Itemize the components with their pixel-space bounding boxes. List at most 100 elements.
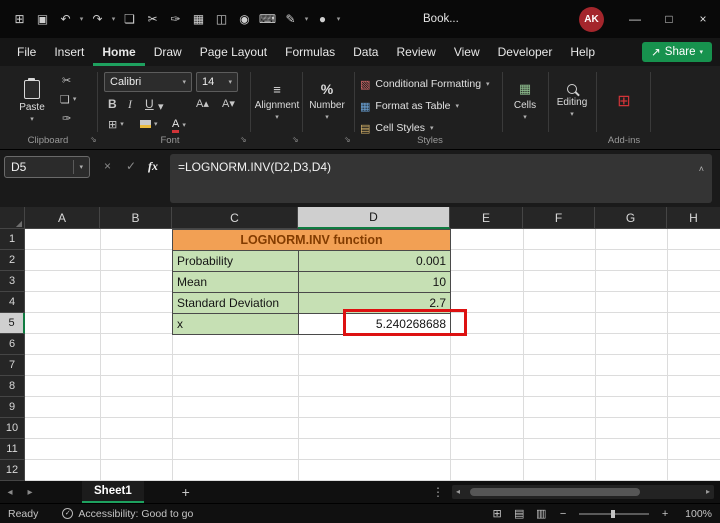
cell-c4[interactable]: Standard Deviation (172, 292, 299, 314)
tab-draw[interactable]: Draw (145, 38, 191, 66)
column-header-c[interactable]: C (172, 207, 298, 229)
cut-button[interactable]: ✂ (62, 74, 71, 87)
keyboard-icon[interactable]: ⌨ (256, 12, 279, 26)
row-header-4[interactable]: 4 (0, 292, 25, 313)
cells-button[interactable]: ▦ Cells ▾ (506, 70, 544, 132)
tab-data[interactable]: Data (344, 38, 387, 66)
column-header-b[interactable]: B (100, 207, 172, 229)
cell-d2[interactable]: 0.001 (298, 250, 451, 272)
row-header-9[interactable]: 9 (0, 397, 25, 418)
tab-home[interactable]: Home (93, 38, 144, 66)
tab-view[interactable]: View (445, 38, 489, 66)
app-launcher-icon[interactable]: ⊞ (8, 12, 31, 26)
tab-insert[interactable]: Insert (45, 38, 93, 66)
insert-function-button[interactable]: fx (148, 159, 158, 174)
share-button[interactable]: ↗ Share ▾ (642, 42, 712, 62)
cell-c5[interactable]: x (172, 313, 299, 335)
document-title[interactable]: Book... (423, 13, 459, 25)
table-icon[interactable]: ▦ (187, 12, 210, 26)
row-header-8[interactable]: 8 (0, 376, 25, 397)
scroll-right-icon[interactable]: ▸ (706, 487, 710, 496)
worksheet-grid[interactable]: LOGNORM.INV function Probability 0.001 M… (25, 229, 720, 481)
chevron-down-icon[interactable]: ▾ (77, 15, 86, 23)
column-header-a[interactable]: A (25, 207, 100, 229)
font-size-select[interactable]: 14 ▾ (196, 72, 238, 92)
column-header-f[interactable]: F (523, 207, 595, 229)
editing-button[interactable]: Editing ▾ (552, 70, 592, 132)
tab-file[interactable]: File (8, 38, 45, 66)
row-header-1[interactable]: 1 (0, 229, 25, 250)
collapse-formula-bar-icon[interactable]: ˄ (699, 164, 704, 174)
chevron-down-icon[interactable]: ▾ (109, 15, 118, 23)
save-icon[interactable]: ▣ (31, 12, 54, 26)
page-break-view-icon[interactable]: ▥ (531, 507, 551, 520)
copy-icon[interactable]: ❏ (118, 12, 141, 26)
previous-sheet-icon[interactable]: ◂ (0, 487, 20, 498)
row-header-7[interactable]: 7 (0, 355, 25, 376)
fill-color-button[interactable]: ▾ (140, 120, 158, 128)
font-name-select[interactable]: Calibri ▾ (104, 72, 192, 92)
cell-merged-title[interactable]: LOGNORM.INV function (172, 229, 451, 251)
tab-help[interactable]: Help (561, 38, 604, 66)
undo-icon[interactable]: ↶ (54, 12, 77, 26)
format-painter-button[interactable]: ✑ (62, 112, 71, 125)
grow-font-button[interactable]: A▴ (196, 97, 209, 110)
avatar[interactable]: AK (579, 7, 604, 32)
add-sheet-button[interactable]: + (176, 484, 196, 500)
font-color-button[interactable]: A ▾ (172, 118, 186, 133)
horizontal-scrollbar[interactable]: ◂ ▸ (452, 485, 714, 499)
underline-options-chevron-icon[interactable]: ▾ (158, 102, 164, 113)
zoom-level-label[interactable]: 100% (685, 508, 712, 520)
row-header-11[interactable]: 11 (0, 439, 25, 460)
cell-d3[interactable]: 10 (298, 271, 451, 293)
sheet-options-icon[interactable]: ⋮ (432, 485, 444, 499)
cell-c3[interactable]: Mean (172, 271, 299, 293)
name-box[interactable]: D5 ▾ (4, 156, 90, 178)
column-header-e[interactable]: E (450, 207, 523, 229)
underline-button[interactable]: U (145, 97, 154, 111)
cell-c2[interactable]: Probability (172, 250, 299, 272)
row-header-5[interactable]: 5 (0, 313, 25, 334)
number-dialog-launcher-icon[interactable]: ⇘ (344, 135, 351, 144)
italic-button[interactable]: I (128, 97, 132, 112)
camera-icon[interactable]: ◉ (233, 12, 256, 26)
zoom-out-button[interactable]: − (553, 508, 573, 520)
format-painter-icon[interactable]: ✑ (164, 12, 187, 26)
insert-cells-icon[interactable]: ◫ (210, 12, 233, 26)
normal-view-icon[interactable]: ⊞ (487, 507, 507, 520)
row-header-12[interactable]: 12 (0, 460, 25, 481)
bold-button[interactable]: B (108, 97, 117, 111)
copy-button[interactable]: ❏ ▾ (60, 93, 76, 106)
shrink-font-button[interactable]: A▾ (222, 97, 235, 110)
tab-developer[interactable]: Developer (489, 38, 562, 66)
next-sheet-icon[interactable]: ▸ (20, 487, 40, 498)
column-header-d[interactable]: D (298, 207, 450, 229)
alignment-button[interactable]: ≡ Alignment ▾ (254, 70, 300, 132)
borders-button[interactable]: ⊞ ▾ (108, 118, 124, 131)
tab-formulas[interactable]: Formulas (276, 38, 344, 66)
confirm-entry-button[interactable]: ✓ (126, 159, 136, 173)
chevron-down-icon[interactable]: ▾ (334, 15, 343, 23)
tab-page-layout[interactable]: Page Layout (191, 38, 276, 66)
column-header-g[interactable]: G (595, 207, 667, 229)
alignment-dialog-launcher-icon[interactable]: ⇘ (292, 135, 299, 144)
account-icon[interactable]: ● (311, 12, 334, 26)
scroll-left-icon[interactable]: ◂ (456, 487, 460, 496)
paste-button[interactable]: Paste ▾ (10, 70, 54, 132)
row-header-2[interactable]: 2 (0, 250, 25, 271)
maximize-button[interactable]: □ (652, 0, 686, 38)
redo-icon[interactable]: ↷ (86, 12, 109, 26)
draw-pen-icon[interactable]: ✎ (279, 12, 302, 26)
row-header-10[interactable]: 10 (0, 418, 25, 439)
clipboard-dialog-launcher-icon[interactable]: ⇘ (90, 135, 97, 144)
format-as-table-button[interactable]: ▦ Format as Table ▾ (360, 96, 500, 116)
accessibility-status-label[interactable]: Accessibility: Good to go (78, 508, 193, 520)
cancel-entry-button[interactable]: × (104, 159, 111, 173)
cut-icon[interactable]: ✂ (141, 12, 164, 26)
chevron-down-icon[interactable]: ▾ (302, 15, 311, 23)
zoom-in-button[interactable]: + (655, 508, 675, 520)
formula-input[interactable]: =LOGNORM.INV(D2,D3,D4) ˄ (170, 154, 712, 203)
conditional-formatting-button[interactable]: ▧ Conditional Formatting ▾ (360, 74, 500, 94)
sheet-tab-sheet1[interactable]: Sheet1 (82, 481, 144, 503)
select-all-corner[interactable]: ◢ (0, 207, 25, 229)
